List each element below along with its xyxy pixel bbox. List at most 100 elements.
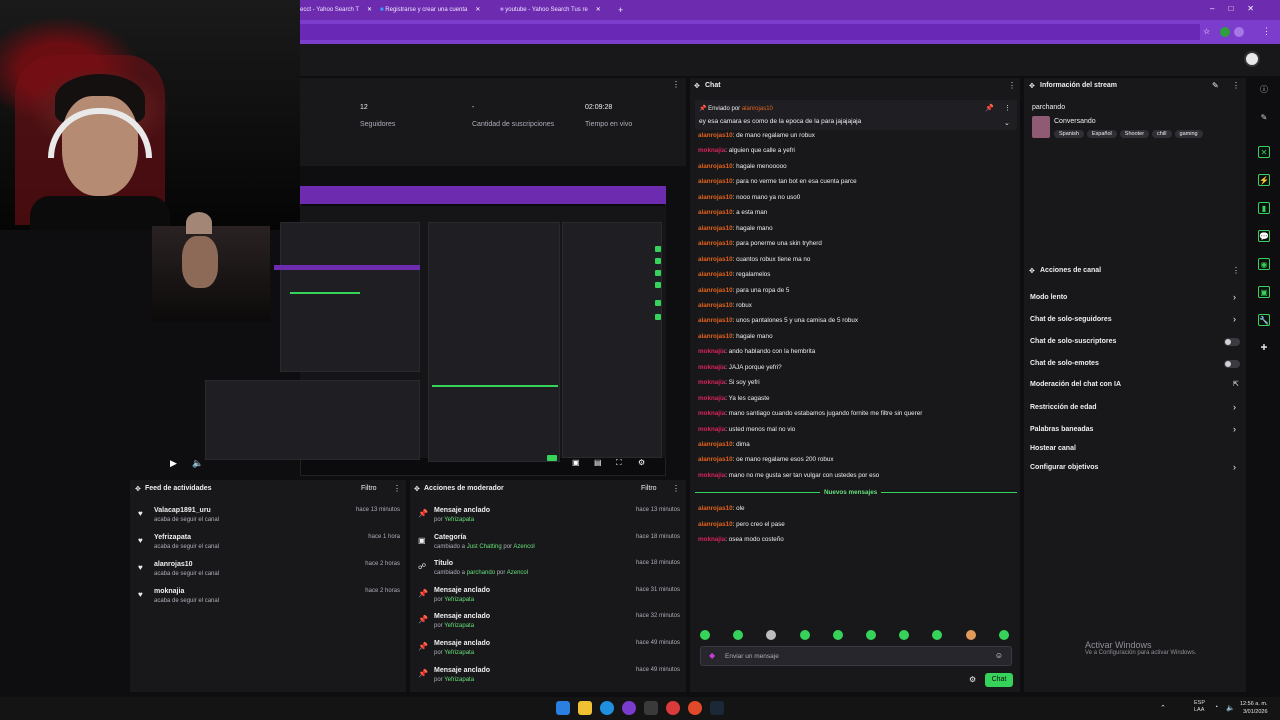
chat-username[interactable]: alanrojas10 <box>698 317 733 324</box>
chat-message[interactable]: alanrojas10: pero creo el pase <box>698 521 785 528</box>
settings-icon[interactable]: ⚙ <box>638 458 645 467</box>
chevron-down-icon[interactable]: ⌄ <box>1004 119 1010 127</box>
more-icon[interactable]: ⋮ <box>1008 81 1016 90</box>
chat-message[interactable]: moknajia: Si soy yefri <box>698 379 760 386</box>
mod-action-target[interactable]: parchando <box>467 570 495 576</box>
channel-action[interactable]: Chat de solo-seguidores <box>1030 316 1112 323</box>
pinned-user[interactable]: alanrojas10 <box>742 106 773 112</box>
chat-username[interactable]: alanrojas10 <box>698 132 733 139</box>
chat-message[interactable]: moknajia: osea modo costeño <box>698 536 784 543</box>
play-icon[interactable]: ▶ <box>170 458 177 469</box>
channel-action[interactable]: Restricción de edad <box>1030 404 1097 411</box>
chat-message[interactable]: moknajia: mano no me gusta ser tan vulga… <box>698 472 879 479</box>
mod-action-target[interactable]: Yefrizapata <box>444 677 474 683</box>
chat-message[interactable]: moknajia: mano santiago cuando estabamos… <box>698 410 922 417</box>
chevron-right-icon[interactable]: › <box>1233 424 1236 434</box>
browser-tab[interactable]: ecct - Yahoo Search T ✕ <box>300 3 372 17</box>
chat-username[interactable]: alanrojas10 <box>698 456 733 463</box>
chat-message[interactable]: alanrojas10: para no verme tan bot en es… <box>698 178 857 185</box>
edit-icon[interactable]: ✎ <box>1212 81 1219 90</box>
browser-tab[interactable]: ■ Registrarse y crear una cuenta ✕ <box>380 3 480 17</box>
drag-handle-icon[interactable]: ✥ <box>414 485 420 493</box>
chat-message[interactable]: moknajia: ando hablando con la hembrita <box>698 348 815 355</box>
channel-action[interactable]: Configurar objetivos <box>1030 464 1098 471</box>
chat-message[interactable]: alanrojas10: a esta man <box>698 209 767 216</box>
close-icon[interactable]: ✕ <box>596 7 601 13</box>
app-icon[interactable] <box>644 701 658 715</box>
broadcast-icon[interactable]: ◉ <box>1258 258 1270 270</box>
theatre-icon[interactable]: ▤ <box>594 458 602 467</box>
more-icon[interactable]: ⋮ <box>672 80 680 89</box>
new-tab-button[interactable]: + <box>618 3 623 17</box>
clip-icon[interactable]: ✕ <box>1258 146 1270 158</box>
wrench-icon[interactable]: 🔧 <box>1258 314 1270 326</box>
emote-icon[interactable] <box>998 630 1009 640</box>
mod-filter-button[interactable]: Filtro <box>641 485 657 492</box>
chat-username[interactable]: alanrojas10 <box>698 163 733 170</box>
chat-username[interactable]: moknajia <box>698 410 725 417</box>
emote-icon[interactable] <box>799 630 810 640</box>
toggle-switch[interactable] <box>1224 338 1240 346</box>
stream-tag[interactable]: gaming <box>1174 130 1203 138</box>
chat-username[interactable]: alanrojas10 <box>698 194 733 201</box>
extension-icon[interactable] <box>1234 27 1244 37</box>
channel-action[interactable]: Moderación del chat con IA <box>1030 381 1121 388</box>
chat-username[interactable]: alanrojas10 <box>698 256 733 263</box>
more-icon[interactable]: ⋮ <box>1004 104 1011 112</box>
fullscreen-icon[interactable]: ⛶ <box>616 458 622 468</box>
chat-username[interactable]: moknajia <box>698 147 725 154</box>
more-icon[interactable]: ⋮ <box>1232 266 1240 275</box>
channel-action[interactable]: Hostear canal <box>1030 445 1076 452</box>
chat-send-button[interactable]: Chat <box>985 673 1013 687</box>
chat-settings-icon[interactable]: ⚙ <box>969 675 976 684</box>
chat-username[interactable]: moknajia <box>698 426 725 433</box>
chevron-right-icon[interactable]: › <box>1233 462 1236 472</box>
follower-name[interactable]: alanrojas10 <box>154 561 193 568</box>
mod-action-target[interactable]: Yefrizapata <box>444 597 474 603</box>
drag-handle-icon[interactable]: ✥ <box>135 485 141 493</box>
url-field[interactable] <box>300 24 1200 40</box>
chat-message[interactable]: alanrojas10: cuantos robux tiene ma no <box>698 256 810 263</box>
chat-message[interactable]: alanrojas10: hagale mano <box>698 333 773 340</box>
chat-username[interactable]: alanrojas10 <box>698 302 733 309</box>
emote-icon[interactable] <box>700 630 710 640</box>
emote-icon[interactable] <box>766 630 777 640</box>
channel-action[interactable]: Chat de solo-emotes <box>1030 360 1099 367</box>
chat-username[interactable]: alanrojas10 <box>698 178 733 185</box>
emote-icon[interactable] <box>866 630 876 640</box>
chat-message[interactable]: alanrojas10: hagale mano <box>698 225 773 232</box>
chat-message[interactable]: alanrojas10: nooo mano ya no uso0 <box>698 194 800 201</box>
chat-username[interactable]: alanrojas10 <box>698 333 733 340</box>
tray-chevron-icon[interactable]: ⌃ <box>1160 704 1166 712</box>
add-action-icon[interactable]: ✚ <box>1258 342 1270 354</box>
mod-action-target[interactable]: Yefrizapata <box>444 623 474 629</box>
chat-username[interactable]: moknajia <box>698 536 725 543</box>
chat-message[interactable]: alanrojas10: hagale menooooo <box>698 163 787 170</box>
info-icon[interactable]: ⓘ <box>1258 84 1270 96</box>
wifi-icon[interactable]: ◔ <box>1214 704 1218 711</box>
clock[interactable]: 12:56 a. m. 3/01/2026 <box>1240 700 1268 716</box>
stream-tag[interactable]: Spanish <box>1054 130 1084 138</box>
stream-tag[interactable]: Español <box>1086 130 1117 138</box>
activity-filter-button[interactable]: Filtro <box>361 485 377 492</box>
chat-username[interactable]: moknajia <box>698 348 725 355</box>
app-icon[interactable] <box>666 701 680 715</box>
external-link-icon[interactable]: ⇱ <box>1233 380 1239 388</box>
chat-message[interactable]: moknajia: alguien que calle a yefri <box>698 147 795 154</box>
edge-icon[interactable] <box>600 701 614 715</box>
emote-icon[interactable] <box>932 630 943 640</box>
emote-icon[interactable] <box>899 630 910 640</box>
more-icon[interactable]: ⋮ <box>393 484 401 493</box>
chat-message[interactable]: alanrojas10: de mano regalame un robux <box>698 132 815 139</box>
stream-category[interactable]: Conversando <box>1054 118 1096 125</box>
chat-message[interactable]: alanrojas10: regalamelos <box>698 271 770 278</box>
pencil-icon[interactable]: ✎ <box>1258 112 1270 124</box>
mod-action-target[interactable]: Yefrizapata <box>444 650 474 656</box>
chat-message[interactable]: alanrojas10: dima <box>698 441 750 448</box>
star-icon[interactable]: ☆ <box>1203 27 1210 36</box>
chat-message[interactable]: alanrojas10: oe mano regalame esos 200 r… <box>698 456 833 463</box>
more-icon[interactable]: ⋮ <box>1232 81 1240 90</box>
unpin-icon[interactable]: 📌 <box>985 104 994 112</box>
emote-picker-icon[interactable]: ☺ <box>995 651 1003 660</box>
chat-message[interactable]: moknajia: JAJA porque yefri? <box>698 364 782 371</box>
